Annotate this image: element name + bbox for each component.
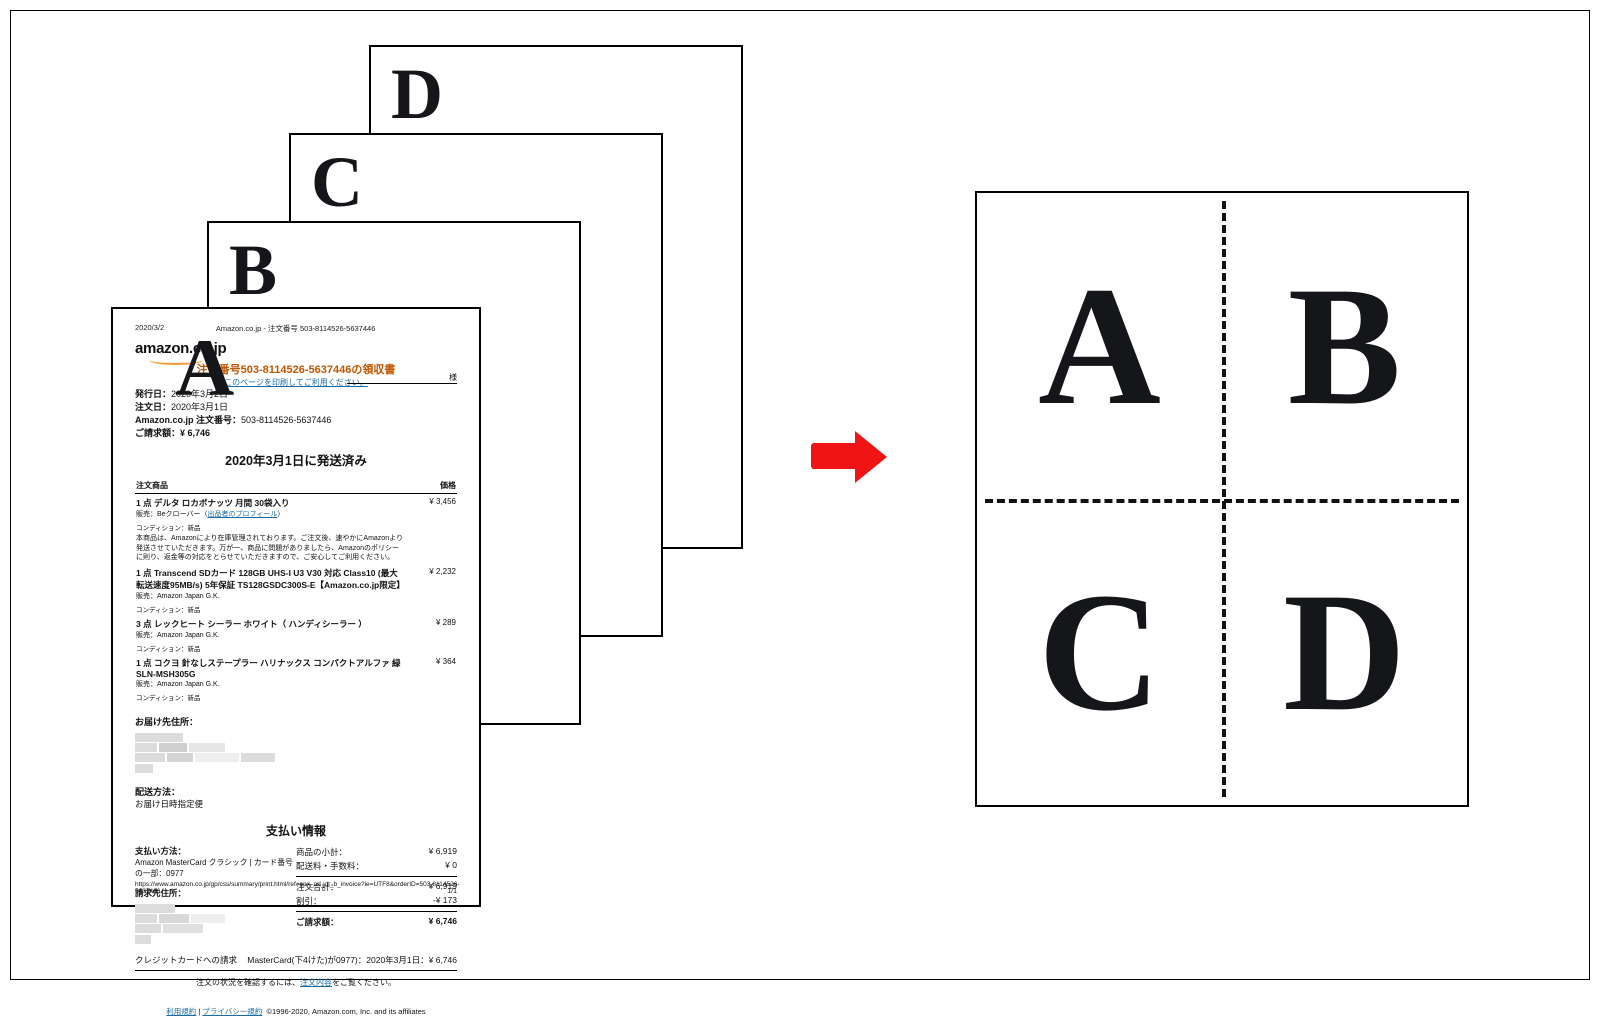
pr4v: -¥ 173 — [433, 895, 457, 907]
inv-top-date: 2020/3/2 — [135, 323, 164, 334]
fourup-sheet: A B C D — [975, 191, 1469, 807]
fourup-a-letter: A — [1038, 249, 1161, 444]
footer-url: https://www.amazon.co.jp/gp/css/summary/… — [135, 881, 479, 895]
fourup-cell-c: C — [977, 499, 1222, 805]
table-cell-price: ¥ 3,456 — [405, 494, 457, 564]
meta-total-value: ¥ 6,746 — [180, 428, 210, 438]
fourup-cell-a: A — [977, 193, 1222, 499]
page-c-letter: C — [311, 141, 363, 224]
inv-top-center: Amazon.co.jp - 注文番号 503-8114526-5637446 — [216, 323, 376, 334]
table-cell-price: ¥ 2,232 — [405, 564, 457, 615]
meta-total-label: ご請求額： — [135, 428, 180, 438]
fourup-cell-d: D — [1222, 499, 1467, 805]
table-row: 3 点 レックヒート シーラー ホワイト（ ハンディシーラー ）販売：Amazo… — [135, 615, 457, 654]
address-heading: お届け先住所： — [135, 715, 457, 728]
confirm-line: 注文の状況を確認するには、注文内容をご覧ください。 — [135, 977, 457, 988]
pay-method-h: 支払い方法： — [135, 845, 296, 857]
pr5v: ¥ 6,746 — [429, 916, 457, 928]
meta-orderno-value: 503-8114526-5637446 — [241, 415, 331, 425]
page-b-letter: B — [229, 229, 277, 312]
payment-heading: 支払い情報 — [135, 822, 457, 839]
table-cell-price: ¥ 289 — [405, 615, 457, 654]
footer-copyright: ©1996-2020, Amazon.com, Inc. and its aff… — [266, 1007, 425, 1016]
cc-label: クレジットカードへの請求 — [135, 954, 237, 966]
fourup-d-letter: D — [1283, 555, 1406, 750]
table-row: 1 点 コクヨ 針なしステープラー ハリナックス コンパクトアルファ 緑 SLN… — [135, 654, 457, 703]
confirm-link: 注文内容 — [300, 978, 332, 987]
invoice-meta: 発行日：2020年3月2日 注文日：2020年3月1日 Amazon.co.jp… — [135, 388, 457, 440]
footer-page: 1/1 — [447, 888, 457, 895]
honorific: 様 — [347, 372, 457, 384]
confirm-pre: 注文の状況を確認するには、 — [196, 978, 300, 987]
page-d-letter: D — [391, 53, 443, 136]
col-price: 価格 — [405, 479, 457, 494]
shipmethod-heading: 配送方法： — [135, 785, 457, 798]
fourup-cell-b: B — [1222, 193, 1467, 499]
table-cell-price: ¥ 364 — [405, 654, 457, 703]
diagram-frame: D C B A 2020/3/2 Amazon.co.jp - 注文番号 503… — [10, 10, 1590, 980]
confirm-post: をご覧ください。 — [332, 978, 396, 987]
table-cell-item: 1 点 デルタ ロカボナッツ 月間 30袋入り販売：Beクローバー（出品者のプロ… — [135, 494, 405, 564]
table-row: 1 点 デルタ ロカボナッツ 月間 30袋入り販売：Beクローバー（出品者のプロ… — [135, 494, 457, 564]
meta-orderno-label: Amazon.co.jp 注文番号： — [135, 415, 241, 425]
meta-orderdate-value: 2020年3月1日 — [171, 402, 228, 412]
shipped-heading: 2020年3月1日に発送済み — [135, 450, 457, 469]
address-mosaic — [135, 732, 457, 773]
table-cell-item: 1 点 コクヨ 針なしステープラー ハリナックス コンパクトアルファ 緑 SLN… — [135, 654, 405, 703]
arrow-icon — [811, 431, 891, 483]
meta-issued-label: 発行日： — [135, 389, 171, 399]
items-table: 注文商品 価格 1 点 デルタ ロカボナッツ 月間 30袋入り販売：Beクローバ… — [135, 479, 457, 702]
table-row: 1 点 Transcend SDカード 128GB UHS-I U3 V30 対… — [135, 564, 457, 615]
page-a-invoice: A 2020/3/2 Amazon.co.jp - 注文番号 503-81145… — [111, 307, 481, 907]
table-cell-item: 1 点 Transcend SDカード 128GB UHS-I U3 V30 対… — [135, 564, 405, 615]
table-cell-item: 3 点 レックヒート シーラー ホワイト（ ハンディシーラー ）販売：Amazo… — [135, 615, 405, 654]
fourup-fold-v — [1222, 201, 1226, 797]
billto-mosaic — [135, 903, 296, 944]
amazon-logo-text: amazon.co.jp — [135, 340, 226, 357]
pr5l: ご請求額： — [296, 916, 339, 928]
footer-links: 利用規約 | プライバシー規約 ©1996-2020, Amazon.com, … — [135, 1006, 457, 1017]
meta-orderdate-label: 注文日： — [135, 402, 171, 412]
pr4l: 割引： — [296, 895, 322, 907]
pr1v: ¥ 6,919 — [429, 846, 457, 858]
meta-issued-value: 2020年3月2日 — [171, 389, 228, 399]
pr1l: 商品の小計： — [296, 846, 347, 858]
footer-link-terms: 利用規約 — [166, 1007, 196, 1016]
pr2l: 配送料・手数料： — [296, 860, 364, 872]
pr2v: ¥ 0 — [445, 860, 457, 872]
cc-value: MasterCard(下4けた)が0977)：2020年3月1日：¥ 6,746 — [247, 954, 457, 966]
col-item: 注文商品 — [135, 479, 405, 494]
fourup-b-letter: B — [1288, 249, 1401, 444]
footer-link-privacy: プライバシー規約 — [202, 1007, 262, 1016]
pay-method-v: Amazon MasterCard クラシック | カード番号の一部：0977 — [135, 857, 296, 879]
fourup-c-letter: C — [1038, 555, 1161, 750]
shipmethod-value: お届け日時指定便 — [135, 798, 457, 810]
